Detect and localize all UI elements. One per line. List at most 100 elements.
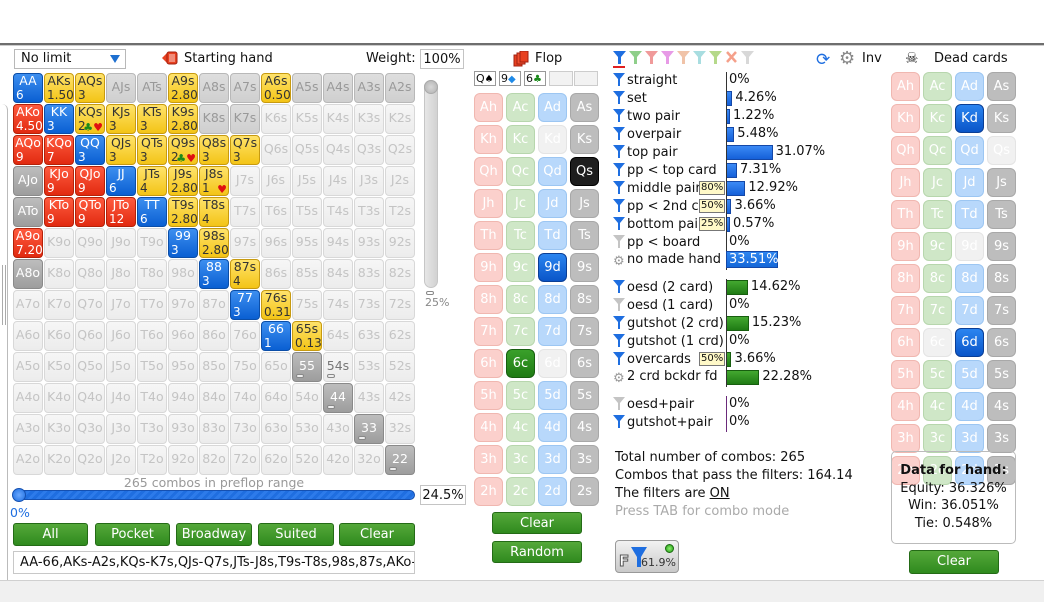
hand-cell-AJs[interactable]: AJs bbox=[106, 73, 136, 103]
card-8s[interactable]: 8s bbox=[987, 264, 1016, 293]
card-5d[interactable]: 5d bbox=[955, 360, 984, 389]
card-Js[interactable]: Js bbox=[987, 168, 1016, 197]
hand-cell-K3o[interactable]: K3o bbox=[44, 414, 74, 444]
hand-cell-84s[interactable]: 84s bbox=[323, 259, 353, 289]
card-Th[interactable]: Th bbox=[891, 200, 920, 229]
funnel-icon[interactable] bbox=[613, 297, 625, 311]
card-8s[interactable]: 8s bbox=[570, 285, 599, 314]
card-6s[interactable]: 6s bbox=[570, 349, 599, 378]
card-Kc[interactable]: Kc bbox=[923, 104, 952, 133]
hand-cell-84o[interactable]: 84o bbox=[199, 383, 229, 413]
hand-cell-Q8s[interactable]: Q8s 3 bbox=[199, 135, 229, 165]
card-3d[interactable]: 3d bbox=[955, 424, 984, 453]
filter-threshold-tag[interactable]: 50% bbox=[699, 352, 726, 366]
hand-cell-33[interactable]: 33 bbox=[354, 414, 384, 444]
filter-row-oesd-pair[interactable]: oesd+pair bbox=[613, 396, 694, 414]
filter-row-gutshot-2-crd-[interactable]: gutshot (2 crd) bbox=[613, 315, 724, 333]
hand-cell-ATs[interactable]: ATs bbox=[137, 73, 167, 103]
funnel-icon[interactable] bbox=[613, 333, 625, 347]
funnel-icon[interactable] bbox=[613, 216, 625, 230]
slider-knob[interactable] bbox=[424, 80, 438, 94]
hand-cell-53o[interactable]: 53o bbox=[292, 414, 322, 444]
hand-cell-K7o[interactable]: K7o bbox=[44, 290, 74, 320]
hand-cell-Q5s[interactable]: Q5s bbox=[292, 135, 322, 165]
hand-cell-K8s[interactable]: K8s bbox=[199, 104, 229, 134]
card-3d[interactable]: 3d bbox=[538, 445, 567, 474]
hand-cell-43o[interactable]: 43o bbox=[323, 414, 353, 444]
hand-cell-52s[interactable]: 52s bbox=[385, 352, 415, 382]
filter-row-oesd-2-card-[interactable]: oesd (2 card) bbox=[613, 279, 713, 297]
card-Ks[interactable]: Ks bbox=[570, 125, 599, 154]
card-9c[interactable]: 9c bbox=[923, 232, 952, 261]
hand-cell-K5o[interactable]: K5o bbox=[44, 352, 74, 382]
hand-cell-94s[interactable]: 94s bbox=[323, 228, 353, 258]
hand-cell-AKo[interactable]: AKo 4.50 bbox=[13, 104, 43, 134]
hand-cell-T9s[interactable]: T9s 2.80 bbox=[168, 197, 198, 227]
card-3c[interactable]: 3c bbox=[506, 445, 535, 474]
hand-cell-54s[interactable]: 54s bbox=[323, 352, 353, 382]
funnel-icon[interactable] bbox=[613, 126, 625, 140]
filter-row-pp-board[interactable]: pp < board bbox=[613, 234, 700, 252]
hand-cell-JTo[interactable]: JTo 12 bbox=[106, 197, 136, 227]
hand-cell-65s[interactable]: 65s 0.13 bbox=[292, 321, 322, 351]
card-4d[interactable]: 4d bbox=[538, 413, 567, 442]
hand-cell-73o[interactable]: 73o bbox=[230, 414, 260, 444]
hand-cell-93s[interactable]: 93s bbox=[354, 228, 384, 258]
card-Ah[interactable]: Ah bbox=[474, 93, 503, 122]
hand-cell-Q3o[interactable]: Q3o bbox=[75, 414, 105, 444]
filter-toggle-button[interactable]: F 61.9% bbox=[615, 540, 679, 573]
hand-cell-K2o[interactable]: K2o bbox=[44, 445, 74, 475]
funnel-icon[interactable] bbox=[613, 90, 625, 104]
card-7h[interactable]: 7h bbox=[891, 296, 920, 325]
range-pct-input[interactable]: 24.5% bbox=[420, 485, 466, 505]
hand-cell-KQo[interactable]: KQo 7 bbox=[44, 135, 74, 165]
broadway-button[interactable]: Broadway bbox=[176, 523, 252, 546]
pocket-button[interactable]: Pocket bbox=[95, 523, 170, 546]
hand-cell-42o[interactable]: 42o bbox=[323, 445, 353, 475]
hand-cell-T4o[interactable]: T4o bbox=[137, 383, 167, 413]
hand-cell-22[interactable]: 22 bbox=[385, 445, 415, 475]
card-As[interactable]: As bbox=[987, 72, 1016, 101]
card-6d[interactable]: 6d bbox=[538, 349, 567, 378]
flop-slot-1[interactable]: Q♠ bbox=[474, 71, 496, 86]
hand-cell-Q9s[interactable]: Q9s 2 ♣♥ bbox=[168, 135, 198, 165]
hand-cell-32o[interactable]: 32o bbox=[354, 445, 384, 475]
hand-cell-TT[interactable]: TT 6 bbox=[137, 197, 167, 227]
hand-cell-43s[interactable]: 43s bbox=[354, 383, 384, 413]
filter-threshold-tag[interactable]: 25% bbox=[699, 217, 726, 231]
card-Ks[interactable]: Ks bbox=[987, 104, 1016, 133]
hand-cell-53s[interactable]: 53s bbox=[354, 352, 384, 382]
card-3c[interactable]: 3c bbox=[923, 424, 952, 453]
card-Kd[interactable]: Kd bbox=[955, 104, 984, 133]
filter-tab-7[interactable] bbox=[709, 49, 722, 65]
card-3s[interactable]: 3s bbox=[987, 424, 1016, 453]
card-4s[interactable]: 4s bbox=[570, 413, 599, 442]
hand-cell-J7s[interactable]: J7s bbox=[230, 166, 260, 196]
hand-cell-K5s[interactable]: K5s bbox=[292, 104, 322, 134]
filter-tab-2[interactable] bbox=[629, 49, 642, 65]
hand-cell-95s[interactable]: 95s bbox=[292, 228, 322, 258]
range-slider[interactable] bbox=[12, 488, 415, 502]
hand-cell-A9s[interactable]: A9s 2.80 bbox=[168, 73, 198, 103]
card-Qd[interactable]: Qd bbox=[538, 157, 567, 186]
card-8c[interactable]: 8c bbox=[506, 285, 535, 314]
card-9h[interactable]: 9h bbox=[891, 232, 920, 261]
hand-cell-Q7s[interactable]: Q7s 3 bbox=[230, 135, 260, 165]
hand-cell-K2s[interactable]: K2s bbox=[385, 104, 415, 134]
card-Qh[interactable]: Qh bbox=[474, 157, 503, 186]
hand-cell-Q7o[interactable]: Q7o bbox=[75, 290, 105, 320]
suited-button[interactable]: Suited bbox=[258, 523, 334, 546]
hand-cell-T6o[interactable]: T6o bbox=[137, 321, 167, 351]
hand-cell-KTs[interactable]: KTs 3 bbox=[137, 104, 167, 134]
hand-cell-JTs[interactable]: JTs 4 bbox=[137, 166, 167, 196]
hand-cell-K4s[interactable]: K4s bbox=[323, 104, 353, 134]
card-5c[interactable]: 5c bbox=[506, 381, 535, 410]
hand-cell-96o[interactable]: 96o bbox=[168, 321, 198, 351]
filter-row-overcards[interactable]: overcards 50% bbox=[613, 351, 726, 369]
card-Jc[interactable]: Jc bbox=[923, 168, 952, 197]
filter-threshold-tag[interactable]: 50% bbox=[699, 199, 726, 213]
card-As[interactable]: As bbox=[570, 93, 599, 122]
card-Qs[interactable]: Qs bbox=[987, 136, 1016, 165]
funnel-icon[interactable] bbox=[613, 72, 625, 86]
card-Jh[interactable]: Jh bbox=[474, 189, 503, 218]
